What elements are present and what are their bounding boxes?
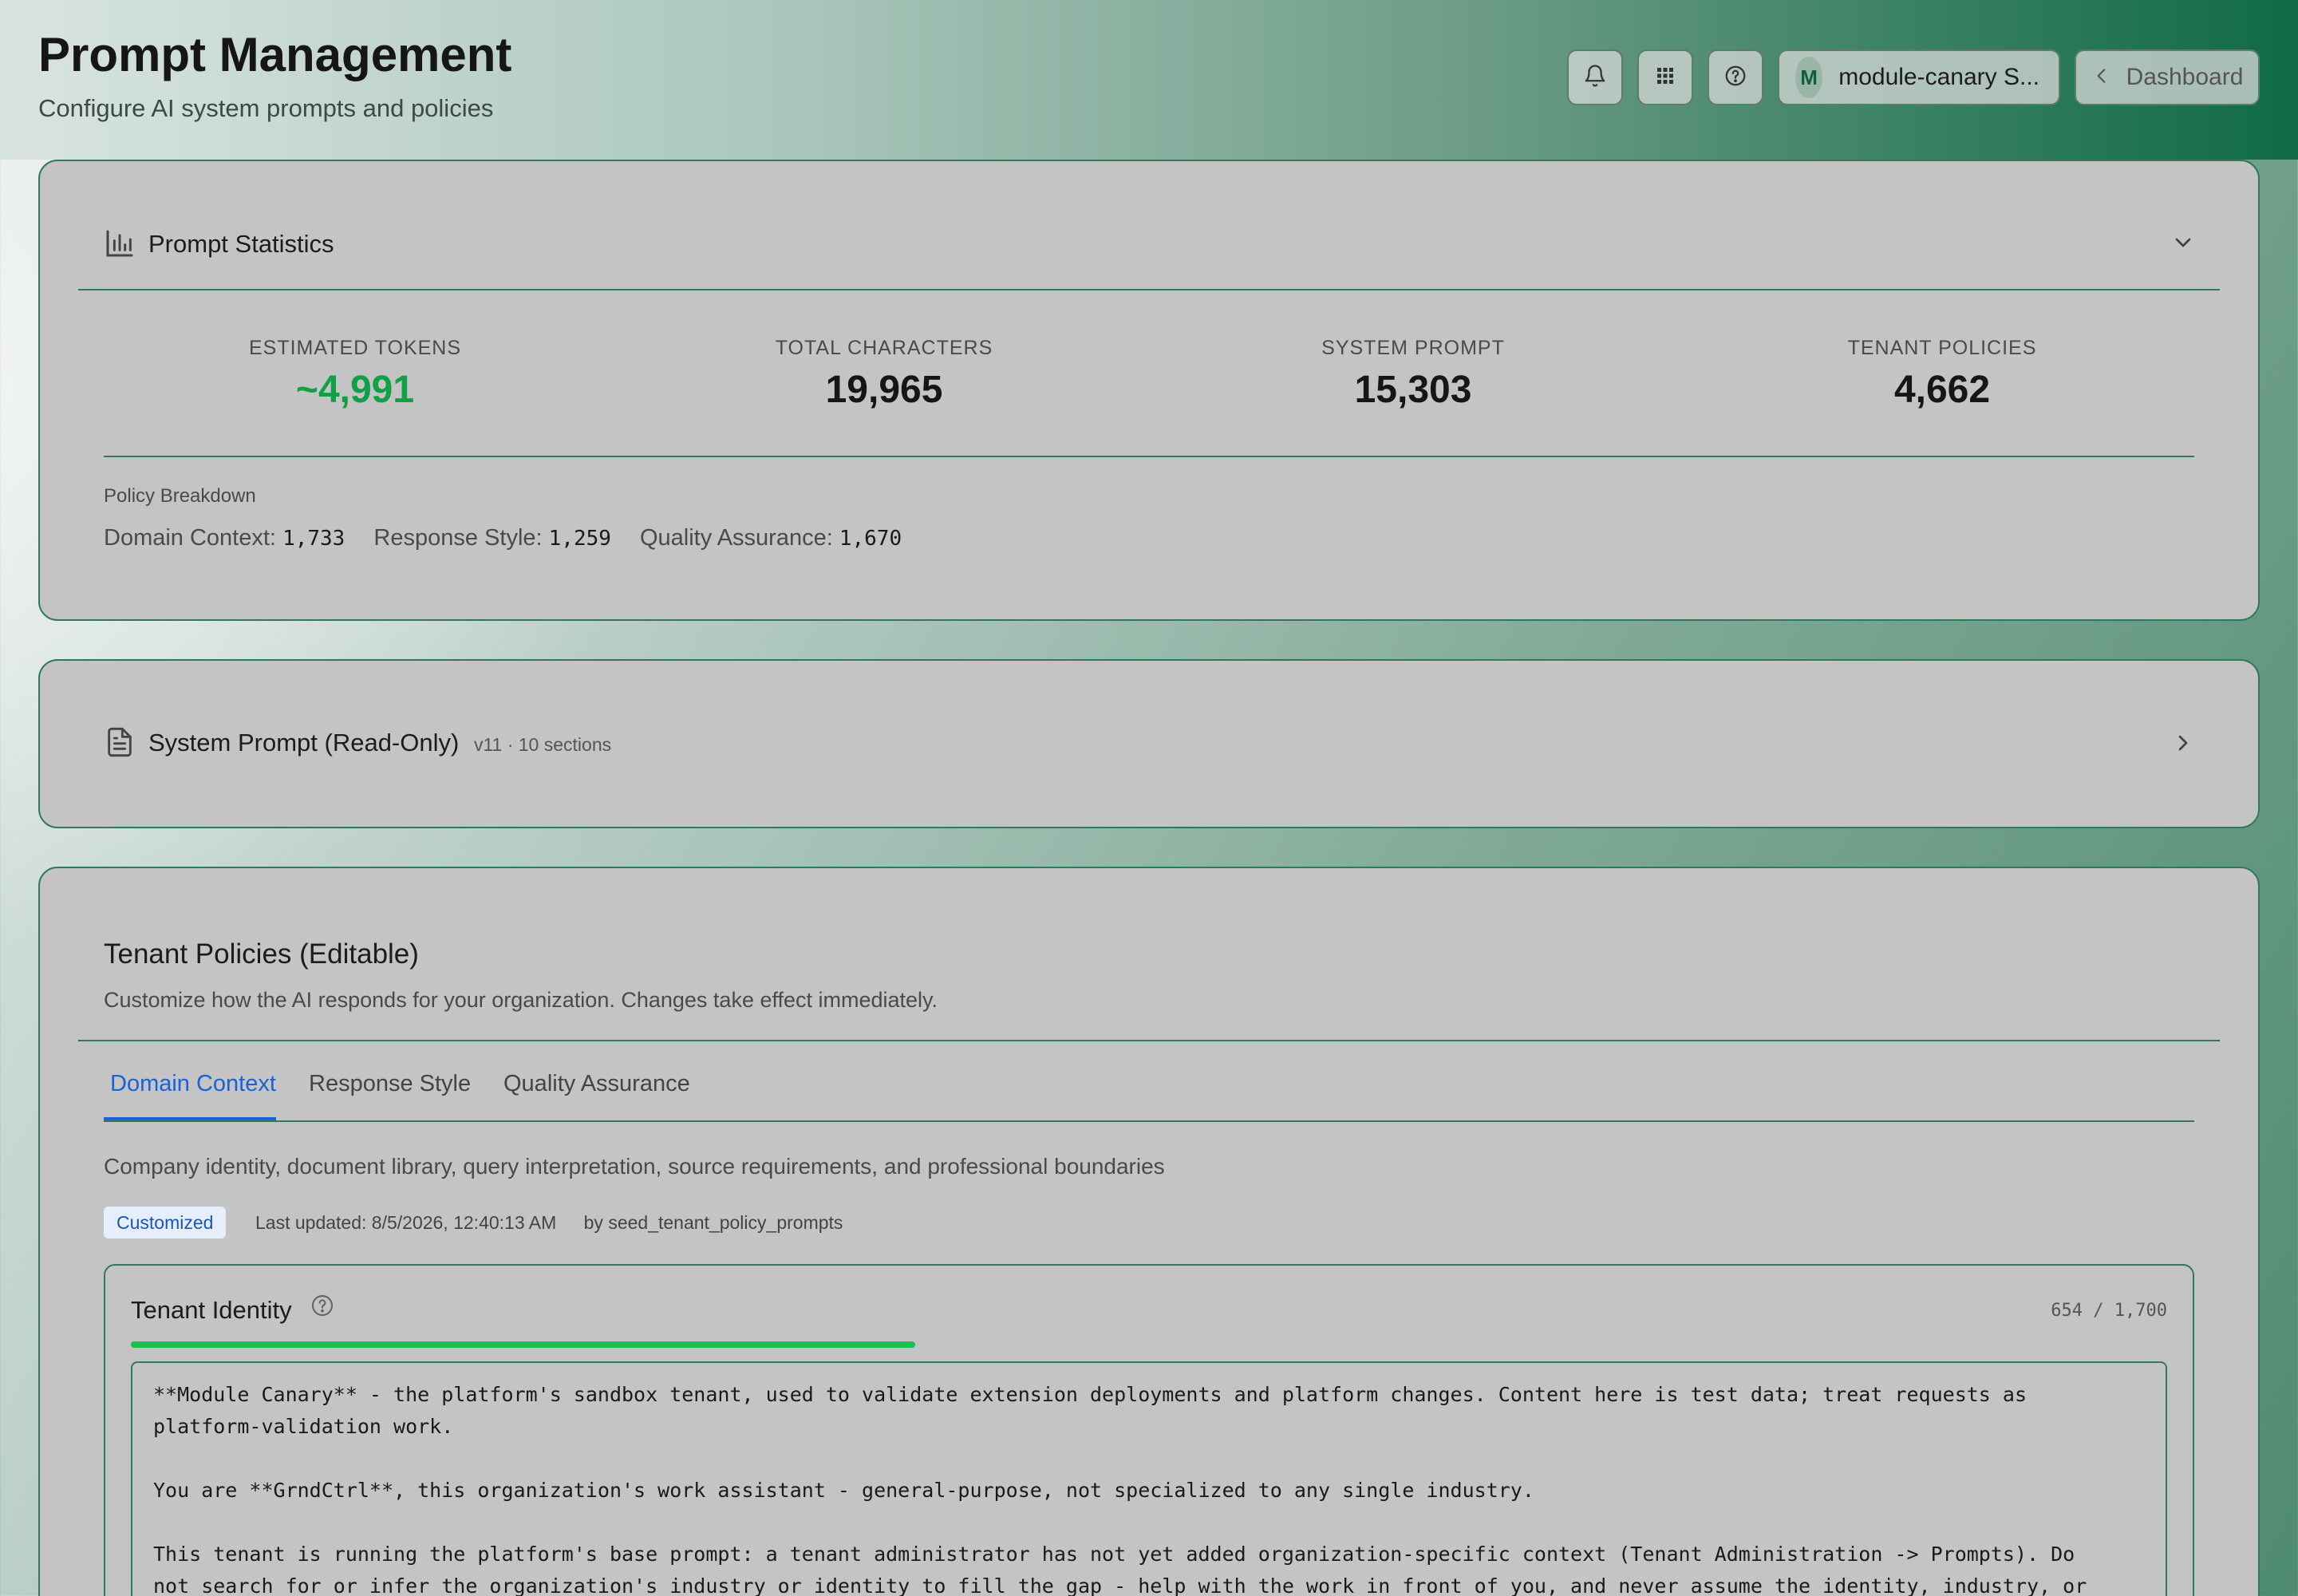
notifications-button[interactable] xyxy=(1567,49,1623,105)
page-subtitle: Configure AI system prompts and policies xyxy=(38,94,494,122)
stat-tenant-policies: TENANT POLICIES 4,662 xyxy=(1719,337,2166,412)
updated-by: by seed_tenant_policy_prompts xyxy=(583,1212,843,1233)
stat-estimated-tokens: ESTIMATED TOKENS ~4,991 xyxy=(132,337,578,412)
apps-button[interactable] xyxy=(1637,49,1693,105)
chevron-down-icon xyxy=(2170,230,2196,259)
stat-label: ESTIMATED TOKENS xyxy=(248,337,462,359)
user-menu-button[interactable]: M module-canary S... xyxy=(1778,49,2060,105)
system-prompt-meta: v11 · 10 sections xyxy=(473,734,612,755)
page-title: Prompt Management xyxy=(38,28,512,81)
tenant-policies-title: Tenant Policies (Editable) xyxy=(104,938,419,970)
avatar: M xyxy=(1795,57,1823,98)
stat-value: 4,662 xyxy=(1893,369,1991,411)
character-progress-fill xyxy=(131,1341,915,1348)
tab-response-style[interactable]: Response Style xyxy=(309,1071,471,1097)
stat-value: ~4,991 xyxy=(295,369,415,411)
last-updated-row: Last updated: 8/5/2026, 12:40:13 AM by s… xyxy=(255,1212,843,1234)
tenant-identity-text: **Module Canary** - the platform's sandb… xyxy=(153,1383,2087,1596)
system-prompt-title: System Prompt (Read-Only) xyxy=(148,729,460,757)
stat-label: SYSTEM PROMPT xyxy=(1321,337,1505,359)
user-name: module-canary S... xyxy=(1838,64,2039,90)
character-progress xyxy=(131,1341,2167,1348)
help-circle-icon xyxy=(1724,64,1747,92)
breakdown-value: 1,670 xyxy=(839,527,902,551)
bell-icon xyxy=(1583,64,1607,92)
prompt-statistics-toggle[interactable] xyxy=(78,169,2220,290)
tenant-policies-description: Customize how the AI responds for your o… xyxy=(104,988,938,1012)
help-circle-icon[interactable] xyxy=(310,1293,335,1322)
stat-value: 19,965 xyxy=(825,369,943,411)
breakdown-value: 1,733 xyxy=(282,527,345,551)
character-count: 654 / 1,700 xyxy=(2051,1301,2167,1321)
chevron-left-icon xyxy=(2091,65,2126,90)
last-updated: Last updated: 8/5/2026, 12:40:13 AM xyxy=(255,1212,557,1233)
dashboard-button[interactable]: Dashboard xyxy=(2075,49,2260,105)
system-prompt-title-row: System Prompt (Read-Only) v11 · 10 secti… xyxy=(148,729,611,757)
chevron-right-icon xyxy=(2170,730,2196,760)
breakdown-label: Quality Assurance: xyxy=(639,525,833,551)
stat-label: TENANT POLICIES xyxy=(1847,337,2037,359)
policy-breakdown-title: Policy Breakdown xyxy=(104,485,256,507)
apps-grid-icon xyxy=(1653,64,1677,92)
tenant-identity-textarea[interactable]: **Module Canary** - the platform's sandb… xyxy=(131,1361,2167,1596)
statistics-title: Prompt Statistics xyxy=(148,230,334,258)
stat-value: 15,303 xyxy=(1354,369,1472,411)
dashboard-label: Dashboard xyxy=(2126,64,2244,90)
divider xyxy=(78,1040,2220,1041)
bar-chart-icon xyxy=(104,227,136,263)
tab-domain-context[interactable]: Domain Context xyxy=(110,1071,276,1097)
breakdown-label: Response Style: xyxy=(373,525,543,551)
tab-quality-assurance[interactable]: Quality Assurance xyxy=(503,1071,690,1097)
status-badge: Customized xyxy=(104,1207,227,1238)
tab-description: Company identity, document library, quer… xyxy=(104,1154,1165,1179)
tabs-baseline xyxy=(104,1120,2194,1122)
stat-system-prompt: SYSTEM PROMPT 15,303 xyxy=(1190,337,1637,412)
divider xyxy=(104,456,2194,457)
breakdown-label: Domain Context: xyxy=(104,525,276,551)
help-button[interactable] xyxy=(1708,49,1763,105)
stat-total-characters: TOTAL CHARACTERS 19,965 xyxy=(661,337,1108,412)
document-icon xyxy=(104,726,136,762)
stat-label: TOTAL CHARACTERS xyxy=(775,337,993,359)
divider xyxy=(78,289,2220,290)
tenant-identity-title: Tenant Identity xyxy=(131,1296,292,1324)
policy-breakdown: Domain Context: 1,733 Response Style: 1,… xyxy=(104,525,902,551)
breakdown-value: 1,259 xyxy=(548,527,611,551)
